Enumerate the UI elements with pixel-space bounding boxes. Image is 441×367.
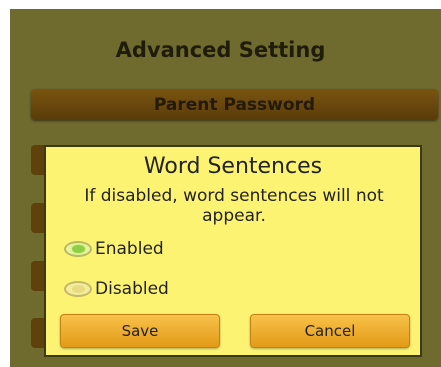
radio-unchecked-icon[interactable] (64, 281, 92, 297)
option-disabled[interactable]: Disabled (64, 279, 169, 299)
parent-password-button[interactable]: Parent Password (31, 89, 438, 120)
dialog-message: If disabled, word sentences will not app… (84, 186, 384, 226)
option-disabled-label: Disabled (95, 279, 169, 299)
option-enabled-label: Enabled (95, 239, 164, 259)
dialog-title: Word Sentences (143, 154, 323, 179)
save-button[interactable]: Save (60, 314, 220, 348)
word-sentences-dialog: Word Sentences If disabled, word sentenc… (44, 145, 422, 357)
menu-button-partial[interactable] (31, 145, 45, 175)
menu-button-partial[interactable] (31, 203, 45, 233)
menu-button-partial[interactable] (31, 318, 45, 348)
radio-checked-icon[interactable] (64, 241, 92, 257)
menu-button-partial[interactable] (31, 261, 45, 291)
cancel-button[interactable]: Cancel (250, 314, 410, 348)
option-enabled[interactable]: Enabled (64, 239, 164, 259)
page-title: Advanced Setting (115, 38, 326, 62)
